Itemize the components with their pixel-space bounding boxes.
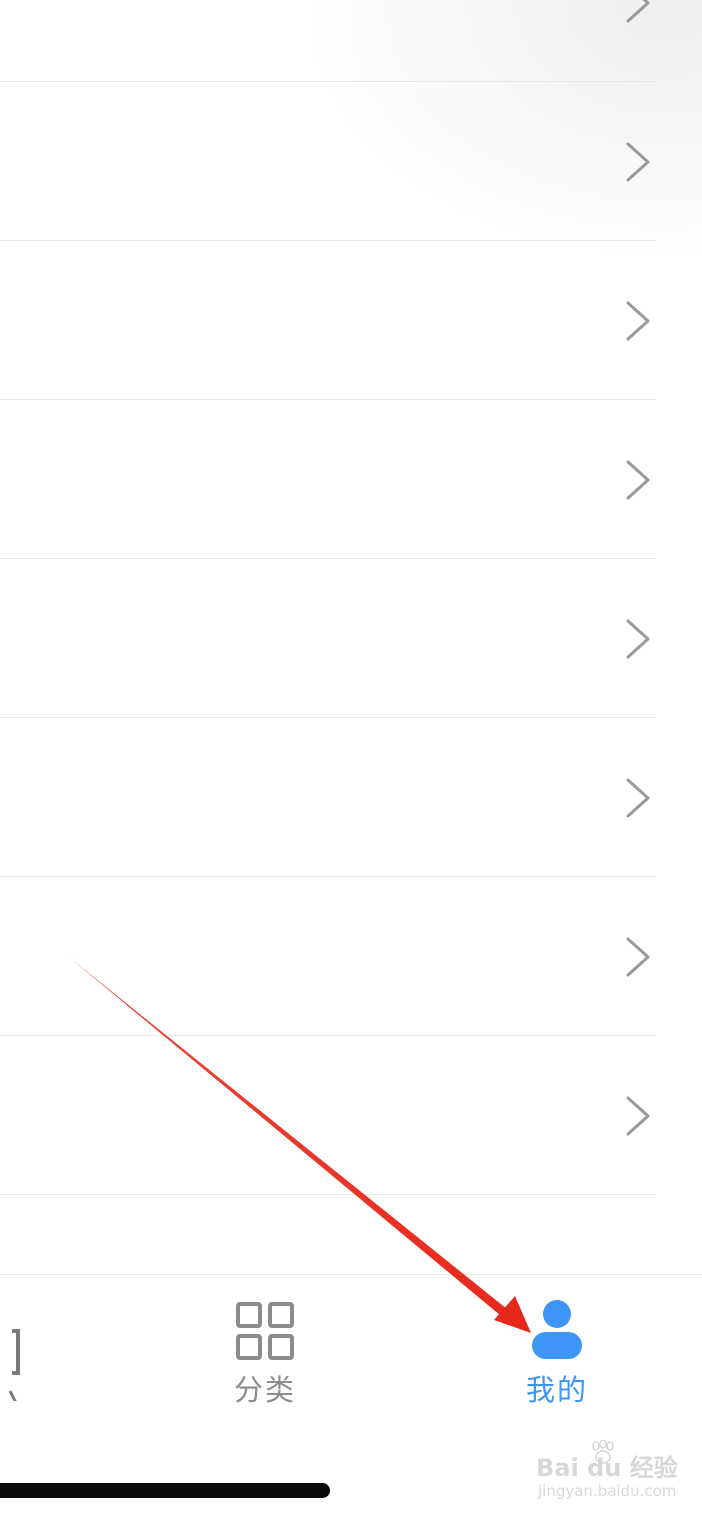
menu-row[interactable] [0,559,656,718]
tab-category[interactable]: 分类 [205,1275,325,1415]
menu-row[interactable] [0,718,656,877]
home-tab-partial-icon[interactable] [0,1311,30,1401]
chevron-right-icon [626,619,650,659]
menu-row[interactable] [0,0,656,82]
menu-row[interactable] [0,241,656,400]
watermark-url: jingyan.baidu.com [538,1482,677,1500]
chevron-right-icon [626,937,650,977]
menu-row[interactable] [0,400,656,559]
grid-icon [236,1302,294,1360]
person-icon [532,1300,582,1359]
tab-category-label: 分类 [233,1373,296,1407]
home-indicator [0,1483,330,1498]
baidu-jingyan-watermark: Bai du 经验 jingyan.baidu.com [536,1440,678,1508]
chevron-right-icon [626,0,650,23]
chevron-right-icon [626,301,650,341]
menu-row[interactable] [0,82,656,241]
menu-row[interactable] [0,877,656,1036]
chevron-right-icon [626,778,650,818]
tab-mine[interactable]: 我的 [497,1275,617,1415]
tab-mine-label: 我的 [525,1373,588,1407]
chevron-right-icon [626,460,650,500]
row-divider [0,1194,656,1195]
chevron-right-icon [626,1096,650,1136]
menu-row[interactable] [0,1036,656,1195]
watermark-brand: Bai du 经验 [536,1454,678,1482]
chevron-right-icon [626,142,650,182]
screen: 分类 我的 Bai du 经验 jingyan.baidu.com [0,0,702,1519]
